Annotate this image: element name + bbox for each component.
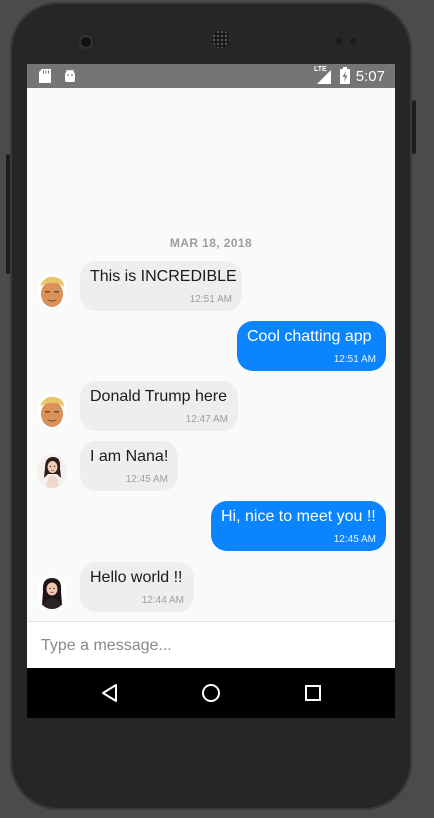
battery-charging-icon <box>340 67 350 84</box>
message-list[interactable]: MAR 18, 2018 This is INCREDIBLE 12:51 AM… <box>27 88 395 622</box>
message-bubble-outgoing[interactable]: Cool chatting app 12:51 AM <box>237 321 386 371</box>
signal-icon <box>317 70 331 84</box>
message-text: Hello world !! <box>90 569 183 586</box>
power-button <box>412 100 416 154</box>
message-text: Donald Trump here <box>90 388 227 405</box>
light-sensor <box>350 38 356 44</box>
navigation-bar <box>27 668 395 718</box>
proximity-sensor <box>336 38 342 44</box>
message-time: 12:45 AM <box>333 534 376 545</box>
home-icon <box>202 684 220 702</box>
message-bubble-incoming[interactable]: I am Nana! 12:45 AM <box>80 441 178 491</box>
android-icon <box>65 69 75 82</box>
date-separator: MAR 18, 2018 <box>169 236 253 250</box>
volume-button <box>6 154 10 274</box>
back-icon <box>102 684 117 702</box>
sd-card-icon <box>39 69 51 83</box>
message-bubble-incoming[interactable]: Donald Trump here 12:47 AM <box>80 381 238 431</box>
message-composer <box>27 621 395 669</box>
recents-icon <box>305 685 321 701</box>
message-text: Cool chatting app <box>247 328 372 345</box>
message-text: Hi, nice to meet you !! <box>221 508 376 525</box>
phone-frame: LTE 5:07 MAR 18, 2018 This is INCREDIBLE… <box>6 2 416 810</box>
message-time: 12:51 AM <box>333 354 376 365</box>
message-text: This is INCREDIBLE <box>90 268 237 285</box>
home-button[interactable] <box>171 668 251 718</box>
message-bubble-outgoing[interactable]: Hi, nice to meet you !! 12:45 AM <box>211 501 386 551</box>
message-time: 12:45 AM <box>125 474 168 485</box>
message-text: I am Nana! <box>90 448 169 465</box>
message-bubble-incoming[interactable]: Hello world !! 12:44 AM <box>80 562 194 612</box>
message-input[interactable] <box>39 630 383 662</box>
recents-button[interactable] <box>273 668 353 718</box>
message-time: 12:44 AM <box>141 595 184 606</box>
status-bar: LTE 5:07 <box>27 64 395 88</box>
earpiece-speaker <box>212 30 230 48</box>
trump-avatar[interactable] <box>37 394 67 428</box>
message-time: 12:51 AM <box>189 294 232 305</box>
message-bubble-incoming[interactable]: This is INCREDIBLE 12:51 AM <box>80 261 242 311</box>
screen: LTE 5:07 MAR 18, 2018 This is INCREDIBLE… <box>27 64 395 718</box>
girl-avatar[interactable] <box>37 575 67 609</box>
back-button[interactable] <box>69 668 149 718</box>
status-time: 5:07 <box>355 68 385 85</box>
nana-avatar[interactable] <box>37 454 67 488</box>
message-time: 12:47 AM <box>185 414 228 425</box>
trump-avatar[interactable] <box>37 274 67 308</box>
front-camera <box>81 37 91 47</box>
